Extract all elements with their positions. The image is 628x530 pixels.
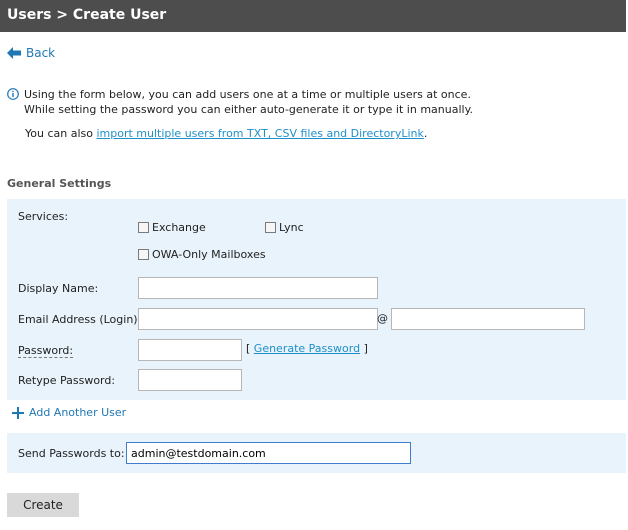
- retype-password-input[interactable]: [138, 369, 242, 391]
- back-label: Back: [26, 46, 56, 60]
- send-passwords-panel: Send Passwords to:: [7, 433, 626, 473]
- services-label: Services:: [18, 210, 69, 223]
- info-icon: [7, 88, 19, 100]
- page-title: Users > Create User: [0, 0, 626, 32]
- add-another-user-button[interactable]: Add Another User: [12, 406, 126, 419]
- generate-close-bracket: ]: [363, 342, 368, 355]
- arrow-left-icon: [7, 47, 21, 59]
- generate-open-bracket: [: [246, 342, 251, 355]
- create-button[interactable]: Create: [7, 493, 79, 517]
- password-label: Password:: [18, 344, 74, 358]
- general-settings-title: General Settings: [7, 177, 112, 190]
- retype-password-label: Retype Password:: [18, 374, 116, 387]
- info-line-1: Using the form below, you can add users …: [24, 88, 471, 101]
- generate-password-wrap: [ Generate Password ]: [246, 342, 368, 355]
- exchange-label: Exchange: [152, 221, 206, 234]
- email-login-input[interactable]: [138, 308, 378, 330]
- general-settings-panel: Services: Exchange Lync OWA-Only Mailbox…: [7, 199, 626, 400]
- info-message: Using the form below, you can add users …: [7, 87, 473, 117]
- send-passwords-label: Send Passwords to:: [18, 447, 125, 460]
- owa-only-checkbox-box[interactable]: [138, 249, 149, 260]
- lync-label: Lync: [279, 221, 304, 234]
- back-link[interactable]: Back: [7, 46, 55, 60]
- lync-checkbox[interactable]: Lync: [265, 221, 304, 234]
- import-hint-prefix: You can also: [25, 127, 97, 140]
- import-users-link[interactable]: import multiple users from TXT, CSV file…: [96, 127, 423, 140]
- add-another-user-label: Add Another User: [29, 406, 127, 419]
- generate-password-link[interactable]: Generate Password: [254, 342, 360, 355]
- import-hint: You can also import multiple users from …: [25, 127, 427, 140]
- import-hint-suffix: .: [423, 127, 428, 140]
- info-line-2: While setting the password you can eithe…: [24, 103, 474, 116]
- exchange-checkbox-box[interactable]: [138, 222, 149, 233]
- email-label: Email Address (Login):: [18, 313, 142, 326]
- at-sign: @: [377, 312, 388, 325]
- password-input[interactable]: [138, 339, 242, 361]
- lync-checkbox-box[interactable]: [265, 222, 276, 233]
- password-label-text: Password:: [18, 344, 74, 358]
- send-passwords-input[interactable]: [126, 442, 411, 464]
- plus-icon: [12, 406, 24, 419]
- display-name-input[interactable]: [138, 277, 378, 299]
- display-name-label: Display Name:: [18, 282, 99, 295]
- owa-only-label: OWA-Only Mailboxes: [152, 248, 266, 261]
- email-domain-input[interactable]: [391, 308, 585, 330]
- exchange-checkbox[interactable]: Exchange: [138, 221, 206, 234]
- owa-only-checkbox[interactable]: OWA-Only Mailboxes: [138, 248, 266, 261]
